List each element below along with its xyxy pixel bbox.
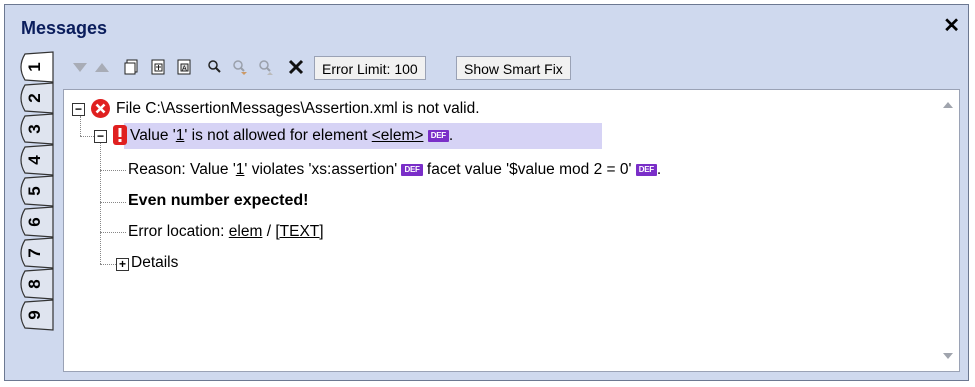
collapse-toggle[interactable]: − — [72, 103, 85, 116]
tree-connector — [100, 264, 116, 265]
tab-7[interactable]: 7 — [15, 236, 55, 270]
message-text: Error location: — [128, 223, 229, 240]
show-smart-fix-button[interactable]: Show Smart Fix — [456, 56, 571, 80]
messages-window: Messages ✕ 123456789 A Error Limit: 100 … — [4, 4, 969, 381]
message-text: Reason: Value ' — [128, 161, 236, 178]
find-previous-icon[interactable] — [255, 56, 277, 78]
tree-connector — [80, 136, 94, 137]
tab-1[interactable]: 1 — [15, 50, 55, 84]
message-text: Value ' — [130, 127, 176, 144]
file-not-valid-message[interactable]: File C:\AssertionMessages\Assertion.xml … — [116, 96, 480, 122]
tab-label: 7 — [25, 248, 44, 258]
tab-9[interactable]: 9 — [15, 298, 55, 332]
find-icon[interactable] — [203, 56, 225, 78]
definition-badge-icon[interactable]: DEF — [427, 130, 449, 142]
error-limit-button[interactable]: Error Limit: 100 — [314, 56, 426, 80]
copy-all-children-icon[interactable]: A — [173, 56, 195, 78]
title-bar: Messages ✕ — [5, 5, 968, 45]
tree-connector — [100, 142, 101, 264]
message-text: ' violates 'xs:assertion' — [244, 161, 398, 178]
tree-connector — [100, 232, 126, 233]
toolbar: A Error Limit: 100 Show Smart Fix — [69, 54, 709, 84]
tab-2[interactable]: 2 — [15, 81, 55, 115]
message-text: . — [448, 127, 454, 144]
value-not-allowed-message[interactable]: Value '1' is not allowed for element <el… — [130, 123, 453, 149]
copy-message-icon[interactable] — [121, 56, 143, 78]
reason-message: Reason: Value '1' violates 'xs:assertion… — [128, 157, 661, 183]
vertical-scrollbar[interactable] — [937, 90, 959, 371]
tab-label: 2 — [25, 93, 44, 103]
previous-arrow-icon[interactable] — [91, 56, 113, 78]
location-text-link[interactable]: [TEXT] — [275, 223, 323, 240]
tab-label: 4 — [25, 155, 44, 165]
tab-8[interactable]: 8 — [15, 267, 55, 301]
definition-badge-icon[interactable]: DEF — [401, 164, 423, 176]
tab-3[interactable]: 3 — [15, 112, 55, 146]
messages-panel: − File C:\AssertionMessages\Assertion.xm… — [63, 89, 960, 372]
location-element-link[interactable]: elem — [229, 223, 263, 240]
tab-label: 1 — [25, 62, 44, 72]
tab-label: 6 — [25, 217, 44, 227]
details-node[interactable]: Details — [131, 250, 178, 276]
tree-connector — [100, 170, 126, 171]
copy-all-icon[interactable] — [147, 56, 169, 78]
assertion-message: Even number expected! — [128, 192, 309, 209]
tab-4[interactable]: 4 — [15, 143, 55, 177]
tab-label: 8 — [25, 279, 44, 289]
close-icon[interactable]: ✕ — [943, 16, 960, 36]
tree-connector — [100, 202, 126, 203]
definition-badge-icon[interactable]: DEF — [635, 164, 657, 176]
svg-text:A: A — [182, 66, 187, 73]
error-exclamation-icon — [113, 125, 127, 149]
scroll-up-icon[interactable] — [943, 102, 953, 108]
error-circle-icon — [90, 98, 111, 123]
tab-label: 5 — [25, 186, 44, 196]
next-arrow-icon[interactable] — [69, 56, 91, 78]
message-text: . — [656, 161, 662, 178]
message-text: facet value '$value mod 2 = 0' — [422, 161, 632, 178]
tab-strip: 1 2 3 4 5 6 7 8 9 — [5, 45, 63, 380]
clear-icon[interactable] — [285, 56, 307, 78]
tab-6[interactable]: 6 — [15, 205, 55, 239]
message-text: ' is not allowed for element — [184, 127, 372, 144]
collapse-toggle[interactable]: − — [94, 130, 107, 143]
expand-toggle[interactable]: + — [116, 258, 129, 271]
tree-connector — [80, 116, 81, 136]
scroll-down-icon[interactable] — [943, 353, 953, 359]
tab-5[interactable]: 5 — [15, 174, 55, 208]
find-next-icon[interactable] — [229, 56, 251, 78]
error-location: Error location: elem / [TEXT] — [128, 219, 324, 245]
message-text: / — [262, 223, 276, 240]
tab-label: 3 — [25, 124, 44, 134]
tab-label: 9 — [25, 310, 44, 320]
element-link[interactable]: <elem> — [372, 127, 424, 144]
window-title: Messages — [21, 18, 108, 38]
